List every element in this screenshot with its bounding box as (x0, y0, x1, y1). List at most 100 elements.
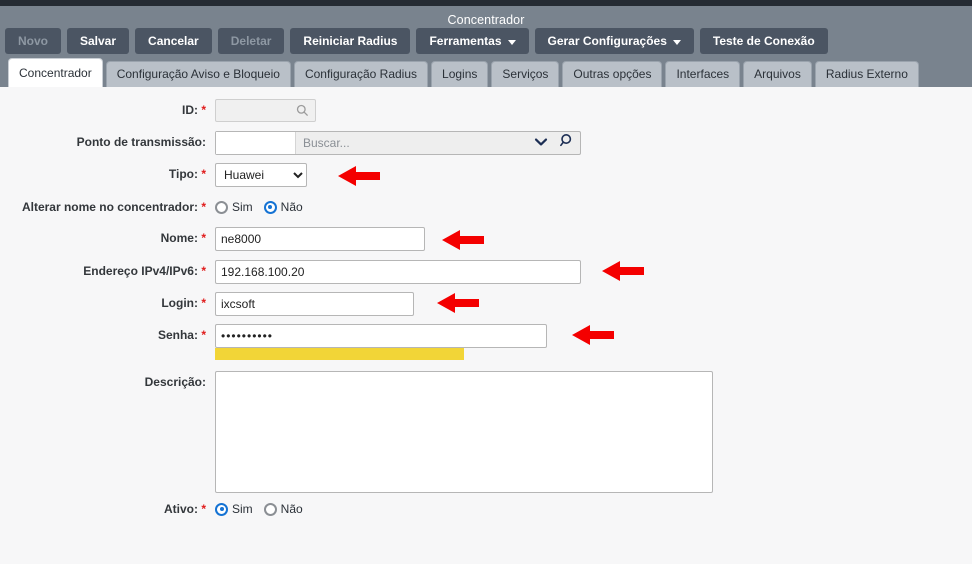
required-marker: * (201, 502, 206, 516)
field-row-alterar-nome: Alterar nome no concentrador: * Sim Não (0, 196, 303, 218)
alterar-nome-radio-nao-label: Não (280, 200, 303, 214)
tab-concentrador[interactable]: Concentrador (8, 58, 103, 87)
app-window: Concentrador Novo Salvar Cancelar Deleta… (0, 0, 972, 564)
teste-de-conexao-button-label: Teste de Conexão (712, 34, 815, 48)
ativo-radio-group: Sim Não (215, 498, 303, 520)
tab-radius-externo[interactable]: Radius Externo (814, 61, 919, 87)
radio-icon-selected (215, 502, 228, 516)
tab-arquivos-label: Arquivos (754, 67, 801, 81)
gerar-configuracoes-button-label: Gerar Configurações (547, 34, 667, 48)
ferramentas-button[interactable]: Ferramentas (416, 28, 529, 54)
content-panel: ID: * Ponto de transmissão: Buscar... Ti… (0, 87, 972, 564)
tab-bar: Concentrador Configuração Aviso e Bloque… (8, 58, 919, 87)
required-marker: * (201, 264, 206, 278)
tab-arquivos[interactable]: Arquivos (743, 61, 812, 87)
cancelar-button-label: Cancelar (148, 34, 199, 48)
nome-label: Nome: * (160, 231, 206, 245)
search-icon (296, 104, 309, 122)
search-icon[interactable] (554, 133, 580, 153)
field-row-ponto-transmissao: Ponto de transmissão: Buscar... (0, 131, 581, 155)
required-marker: * (201, 103, 206, 117)
teste-de-conexao-button[interactable]: Teste de Conexão (699, 28, 828, 54)
tipo-label: Tipo: * (168, 167, 206, 181)
tab-configuracao-radius-label: Configuração Radius (304, 67, 418, 81)
endereco-label: Endereço IPv4/IPv6: * (83, 264, 206, 278)
radio-icon (263, 502, 277, 516)
login-input[interactable] (215, 292, 414, 316)
chevron-down-icon (672, 39, 681, 45)
annotation-arrow-endereco (600, 258, 646, 284)
deletar-button[interactable]: Deletar (217, 28, 285, 54)
senha-input[interactable] (215, 324, 547, 348)
ativo-radio-sim[interactable]: Sim (215, 502, 253, 516)
required-marker: * (201, 231, 206, 245)
alterar-nome-radio-nao[interactable]: Não (263, 200, 303, 214)
login-label: Login: * (161, 296, 206, 310)
field-row-id: ID: * (0, 99, 316, 122)
field-row-endereco: Endereço IPv4/IPv6: * (0, 260, 581, 284)
ponto-transmissao-label: Ponto de transmissão: (76, 135, 206, 149)
deletar-button-label: Deletar (230, 34, 272, 48)
novo-button-label: Novo (18, 34, 48, 48)
password-strength-bar (215, 348, 464, 360)
tab-logins[interactable]: Logins (431, 61, 489, 87)
tab-outras-opcoes[interactable]: Outras opções (562, 61, 663, 87)
endereco-input[interactable] (215, 260, 581, 284)
tab-configuracao-aviso-e-bloqueio[interactable]: Configuração Aviso e Bloqueio (105, 61, 291, 87)
tipo-select[interactable]: Huawei (215, 163, 307, 187)
required-marker: * (201, 167, 206, 181)
reiniciar-radius-button[interactable]: Reiniciar Radius (290, 28, 411, 54)
novo-button[interactable]: Novo (5, 28, 61, 54)
ferramentas-button-label: Ferramentas (429, 34, 502, 48)
ponto-transmissao-placeholder: Buscar... (303, 136, 350, 150)
field-row-descricao: Descrição: (0, 371, 713, 498)
window-title: Concentrador (447, 13, 525, 27)
alterar-nome-radio-sim-label: Sim (232, 200, 253, 214)
radio-icon (215, 200, 228, 214)
tab-concentrador-label: Concentrador (19, 66, 92, 80)
tab-outras-opcoes-label: Outras opções (573, 67, 652, 81)
alterar-nome-radio-group: Sim Não (215, 196, 303, 218)
field-row-ativo: Ativo: * Sim Não (0, 498, 303, 520)
alterar-nome-radio-sim[interactable]: Sim (215, 200, 253, 214)
salvar-button[interactable]: Salvar (67, 28, 130, 54)
annotation-arrow-login (435, 290, 481, 316)
ativo-label: Ativo: * (163, 502, 206, 516)
tab-interfaces-label: Interfaces (676, 67, 730, 81)
tab-interfaces[interactable]: Interfaces (665, 61, 741, 87)
ativo-radio-sim-label: Sim (232, 502, 253, 516)
ponto-transmissao-combo[interactable]: Buscar... (215, 131, 581, 155)
tab-logins-label: Logins (442, 67, 478, 81)
ativo-radio-nao-label: Não (280, 502, 303, 516)
descricao-textarea[interactable] (215, 371, 713, 493)
annotation-arrow-nome (440, 227, 486, 253)
salvar-button-label: Salvar (80, 34, 117, 48)
id-input[interactable] (215, 99, 316, 122)
descricao-label: Descrição: (144, 375, 206, 389)
tab-configuracao-aviso-e-bloqueio-label: Configuração Aviso e Bloqueio (116, 67, 280, 81)
tab-servicos[interactable]: Serviços (491, 61, 560, 87)
gerar-configuracoes-button[interactable]: Gerar Configurações (534, 28, 694, 54)
chevron-down-icon[interactable] (528, 134, 554, 152)
annotation-arrow-tipo (336, 163, 382, 189)
field-row-senha: Senha: * (0, 324, 547, 360)
alterar-nome-label: Alterar nome no concentrador: * (21, 200, 206, 214)
id-label: ID: * (181, 103, 206, 117)
tab-servicos-label: Serviços (502, 67, 549, 81)
required-marker: * (201, 328, 206, 342)
reiniciar-radius-button-label: Reiniciar Radius (303, 34, 398, 48)
chevron-down-icon (507, 39, 516, 45)
required-marker: * (201, 296, 206, 310)
required-marker: * (201, 200, 206, 214)
tab-configuracao-radius[interactable]: Configuração Radius (293, 61, 429, 87)
ponto-transmissao-code-input[interactable] (216, 132, 296, 154)
field-row-login: Login: * (0, 292, 414, 316)
ativo-radio-nao[interactable]: Não (263, 502, 303, 516)
senha-label: Senha: * (157, 328, 206, 342)
field-row-tipo: Tipo: * Huawei (0, 163, 307, 187)
toolbar-buttons: Novo Salvar Cancelar Deletar Reiniciar R… (5, 28, 828, 54)
nome-input[interactable] (215, 227, 425, 251)
tab-radius-externo-label: Radius Externo (825, 67, 908, 81)
annotation-arrow-senha (570, 322, 616, 348)
cancelar-button[interactable]: Cancelar (135, 28, 212, 54)
